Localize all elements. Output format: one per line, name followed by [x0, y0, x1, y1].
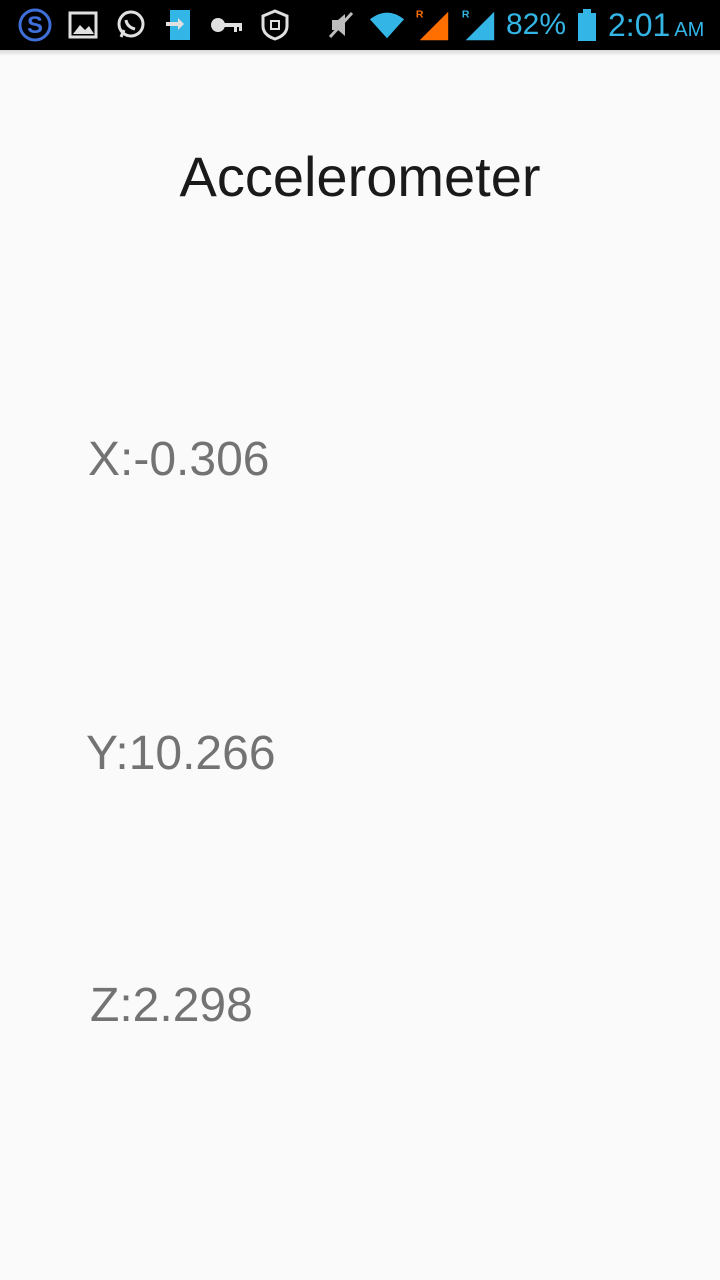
s-app-icon: S [16, 6, 54, 44]
shield-icon [256, 6, 294, 44]
z-axis-reading: Z:2.298 [90, 979, 253, 1032]
svg-text:R: R [416, 9, 424, 20]
gallery-icon [64, 6, 102, 44]
svg-text:S: S [27, 12, 43, 39]
signal-roaming-icon-2: R [460, 6, 498, 44]
y-axis-reading: Y:10.266 [86, 727, 276, 780]
clock-time: 2:01 [608, 7, 671, 43]
clock-ampm: AM [674, 19, 705, 41]
whatsapp-icon [112, 6, 150, 44]
mute-icon [322, 6, 360, 44]
page-title: Accelerometer [179, 145, 541, 208]
status-clock: 2:01 AM [608, 6, 704, 44]
battery-icon [568, 6, 606, 44]
battery-percent: 82% [506, 8, 567, 41]
svg-text:R: R [462, 9, 470, 20]
x-axis-reading: X:-0.306 [88, 433, 270, 486]
status-bar: S R R 82% 2:01 AM [0, 0, 720, 50]
key-icon [208, 6, 246, 44]
status-bar-shadow [0, 50, 720, 56]
signal-roaming-icon-1: R [414, 6, 452, 44]
wifi-icon [368, 6, 406, 44]
sim-transfer-icon [160, 6, 198, 44]
